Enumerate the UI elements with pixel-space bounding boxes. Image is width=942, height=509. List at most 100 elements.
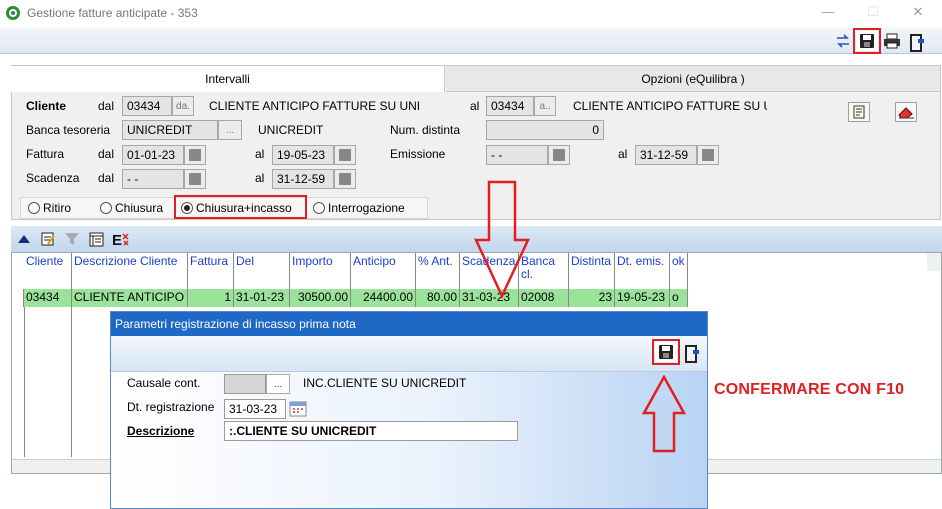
emissione-label: Emissione	[390, 147, 446, 161]
scadenza-to-field[interactable]: 31-12-59	[272, 169, 334, 189]
cell-dt-emis[interactable]: 19-05-23	[615, 289, 670, 307]
report-button[interactable]	[848, 102, 870, 122]
cliente-from-lookup-button[interactable]: da.	[172, 96, 194, 116]
tab-opzioni[interactable]: Opzioni (eQuilibra )	[446, 66, 940, 92]
banca-code-field[interactable]: UNICREDIT	[122, 120, 218, 140]
title-bar: Gestione fatture anticipate - 353 — ☐ ✕	[0, 0, 942, 28]
dialog-save-button[interactable]	[652, 339, 680, 365]
radio-chiusura[interactable]: Chiusura	[100, 201, 163, 215]
cliente-to-code-field[interactable]: 03434	[486, 96, 534, 116]
cell-cliente[interactable]: 03434	[24, 289, 72, 307]
save-icon	[860, 34, 874, 48]
scadenza-from-field[interactable]: - -	[122, 169, 184, 189]
col-header-descrizione[interactable]: Descrizione Cliente	[72, 253, 188, 289]
col-header-ok[interactable]: ok	[670, 253, 688, 289]
emissione-from-calendar-button[interactable]	[548, 145, 570, 165]
exit-icon	[685, 345, 699, 363]
causale-code-field[interactable]	[224, 374, 266, 394]
erase-filter-button[interactable]	[895, 102, 917, 122]
radio-chiusura-label: Chiusura	[115, 201, 164, 215]
cell-del[interactable]: 31-01-23	[234, 289, 290, 307]
columns-icon[interactable]	[87, 230, 105, 248]
document-list-icon	[853, 105, 865, 119]
causale-lookup-button[interactable]: ...	[266, 374, 290, 394]
fattura-to-calendar-button[interactable]	[334, 145, 356, 165]
radio-interrogazione-dot	[313, 202, 325, 214]
row-selector[interactable]	[12, 289, 24, 307]
col-header-anticipo[interactable]: Anticipo	[351, 253, 416, 289]
incasso-parameters-dialog: Parametri registrazione di incasso prima…	[110, 311, 708, 509]
cell-descrizione[interactable]: CLIENTE ANTICIPO I	[72, 289, 188, 307]
sort-up-icon[interactable]	[15, 230, 33, 248]
banca-name: UNICREDIT	[258, 123, 324, 137]
num-distinta-field[interactable]: 0	[486, 120, 604, 140]
cliente-from-code-field[interactable]: 03434	[122, 96, 172, 116]
refresh-button[interactable]	[832, 31, 854, 51]
maximize-icon[interactable]: ☐	[863, 4, 883, 22]
fattura-to-field[interactable]: 19-05-23	[272, 145, 334, 165]
grid-column-line	[24, 307, 25, 457]
col-header-fattura[interactable]: Fattura	[188, 253, 234, 289]
banca-label: Banca tesoreria	[26, 123, 111, 137]
emissione-from-field[interactable]: - -	[486, 145, 548, 165]
fattura-from-calendar-button[interactable]	[184, 145, 206, 165]
col-header-perc-ant[interactable]: % Ant.	[416, 253, 460, 289]
col-header-distinta[interactable]: Distinta	[569, 253, 615, 289]
radio-ritiro-dot	[28, 202, 40, 214]
cell-importo[interactable]: 30500.00	[290, 289, 351, 307]
dt-registrazione-calendar-button[interactable]	[287, 399, 309, 419]
edit-filter-icon[interactable]	[39, 230, 57, 248]
causale-label: Causale cont.	[127, 376, 201, 390]
grid-column-line	[71, 307, 72, 457]
descrizione-label: Descrizione	[127, 424, 195, 438]
banca-lookup-button[interactable]: ...	[218, 120, 242, 140]
fattura-from-field[interactable]: 01-01-23	[122, 145, 184, 165]
col-header-del[interactable]: Del	[234, 253, 290, 289]
funnel-icon[interactable]	[63, 230, 81, 248]
cell-distinta[interactable]: 23	[569, 289, 615, 307]
up-arrow-annotation	[641, 375, 687, 453]
fattura-al-label: al	[255, 147, 265, 161]
cell-perc-ant[interactable]: 80.00	[416, 289, 460, 307]
down-arrow-annotation	[474, 180, 530, 299]
tab-intervalli[interactable]: Intervalli	[11, 66, 445, 92]
print-button[interactable]	[881, 31, 903, 51]
grid-vertical-scrollbar[interactable]	[927, 253, 941, 271]
cell-anticipo[interactable]: 24400.00	[351, 289, 416, 307]
scadenza-label: Scadenza	[26, 171, 80, 185]
emissione-to-field[interactable]: 31-12-59	[635, 145, 697, 165]
descrizione-field[interactable]: :.CLIENTE SU UNICREDIT	[224, 421, 518, 441]
svg-text:E: E	[112, 232, 122, 248]
dialog-exit-button[interactable]	[681, 342, 703, 363]
col-header-importo[interactable]: Importo	[290, 253, 351, 289]
minimize-icon[interactable]: —	[818, 4, 838, 22]
cliente-from-name: CLIENTE ANTICIPO FATTURE SU UNI	[209, 99, 421, 113]
confirm-f10-annotation: CONFERMARE CON F10	[714, 381, 905, 398]
close-icon[interactable]: ✕	[908, 4, 928, 22]
export-excel-icon[interactable]: E	[111, 230, 129, 248]
dt-registrazione-field[interactable]: 31-03-23	[224, 399, 286, 419]
radio-chiusura-dot	[100, 202, 112, 214]
radio-ritiro[interactable]: Ritiro	[28, 201, 71, 215]
main-toolbar	[0, 28, 942, 54]
scadenza-to-calendar-button[interactable]	[334, 169, 356, 189]
exit-icon	[910, 34, 924, 52]
col-header-dt-emis[interactable]: Dt. emis.	[615, 253, 670, 289]
exit-button[interactable]	[906, 31, 928, 52]
cliente-to-lookup-button[interactable]: a..	[534, 96, 556, 116]
scadenza-dal-label: dal	[98, 171, 115, 185]
cliente-label: Cliente	[26, 99, 67, 113]
save-button[interactable]	[853, 28, 881, 54]
chiusura-incasso-highlight	[174, 195, 307, 219]
radio-interrogazione-label: Interrogazione	[328, 201, 405, 215]
cell-ok[interactable]: o	[670, 289, 688, 307]
emissione-to-calendar-button[interactable]	[697, 145, 719, 165]
cliente-dal-label: dal	[98, 99, 115, 113]
app-logo-icon	[6, 6, 20, 20]
cell-fattura[interactable]: 1	[188, 289, 234, 307]
fattura-dal-label: dal	[98, 147, 115, 161]
radio-interrogazione[interactable]: Interrogazione	[313, 201, 405, 215]
cliente-to-name: CLIENTE ANTICIPO FATTURE SU U	[573, 99, 767, 113]
scadenza-from-calendar-button[interactable]	[184, 169, 206, 189]
col-header-cliente[interactable]: Cliente	[24, 253, 72, 289]
